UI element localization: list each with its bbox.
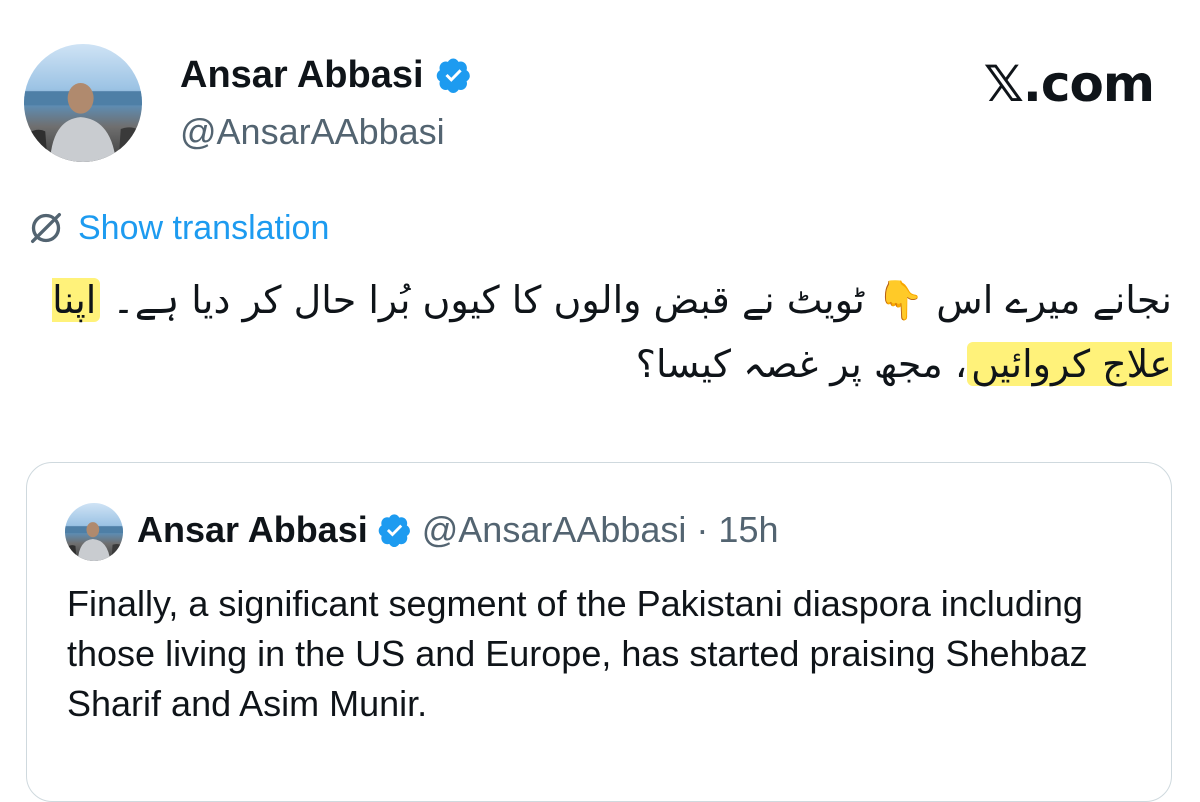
author-name[interactable]: Ansar Abbasi bbox=[180, 52, 472, 98]
show-translation-label: Show translation bbox=[78, 209, 330, 247]
quoted-separator: · bbox=[696, 509, 709, 550]
quoted-author-handle[interactable]: @AnsarAAbbasi bbox=[422, 507, 687, 553]
quoted-tweet-text: Finally, a significant segment of the Pa… bbox=[67, 583, 1088, 724]
author-name-text: Ansar Abbasi bbox=[180, 54, 424, 96]
verified-badge-icon bbox=[436, 58, 470, 93]
verified-badge-icon bbox=[378, 514, 410, 547]
quoted-timestamp[interactable]: 15h bbox=[718, 507, 778, 553]
tweet-text-part2: ، مجھ پر غصہ کیسا؟ bbox=[635, 342, 968, 386]
quoted-tweet[interactable]: Ansar Abbasi @AnsarAAbbasi · 15h Finally… bbox=[26, 462, 1172, 802]
avatar-photo bbox=[24, 82, 142, 162]
quoted-avatar-photo bbox=[65, 522, 123, 561]
quoted-header: Ansar Abbasi @AnsarAAbbasi · 15h bbox=[137, 507, 779, 553]
tweet-text: نجانے میرے اس 👇 ٹویٹ نے قبض والوں کا کیو… bbox=[32, 268, 1172, 396]
tweet-text-part1: نجانے میرے اس 👇 ٹویٹ نے قبض والوں کا کیو… bbox=[100, 278, 1172, 322]
x-logo: 𝕏.com bbox=[983, 55, 1155, 113]
quoted-author-name[interactable]: Ansar Abbasi bbox=[137, 507, 368, 553]
author-handle[interactable]: @AnsarAAbbasi bbox=[180, 110, 445, 154]
avatar[interactable] bbox=[24, 44, 142, 162]
quoted-avatar[interactable] bbox=[65, 503, 123, 561]
translate-icon bbox=[30, 213, 61, 243]
show-translation-button[interactable]: Show translation bbox=[26, 206, 329, 250]
